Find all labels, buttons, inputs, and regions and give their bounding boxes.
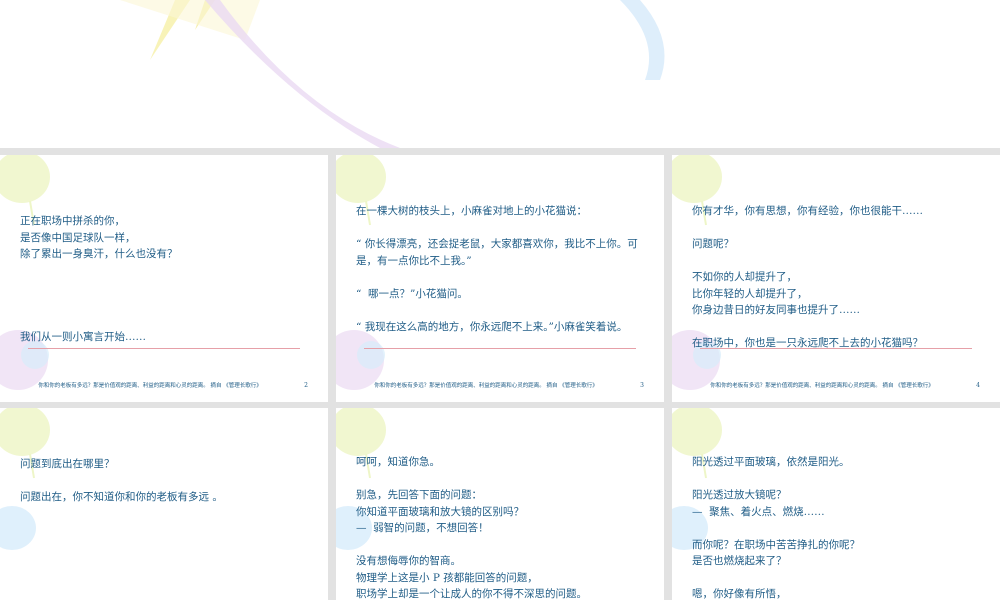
slide-3-body: 在一棵大树的枝头上，小麻雀对地上的小花猫说： “ 你长得漂亮，还会捉老鼠，大家都… bbox=[356, 205, 638, 333]
slide-5-body: 问题到底出在哪里？ 问题出在，你不知道你和你的老板有多远 。 bbox=[20, 458, 223, 503]
slide-2-footer: 你和你的老板有多远？那是价值观的距离、利益的距离和心灵的距离。 摘自 《管理长歌… bbox=[38, 383, 262, 389]
slide-3-footer: 你和你的老板有多远？那是价值观的距离、利益的距离和心灵的距离。 摘自 《管理长歌… bbox=[374, 383, 598, 389]
slide-3: 在一棵大树的枝头上，小麻雀对地上的小花猫说： “ 你长得漂亮，还会捉老鼠，大家都… bbox=[336, 155, 664, 402]
slide-2: 正在职场中拼杀的你， 是否像中国足球队一样， 除了累出一身臭汗，什么也没有？ 我… bbox=[0, 155, 328, 402]
footer-divider bbox=[364, 348, 636, 349]
slide-2-body: 正在职场中拼杀的你， 是否像中国足球队一样， 除了累出一身臭汗，什么也没有？ 我… bbox=[20, 215, 178, 343]
slide-2-page-number: 2 bbox=[304, 382, 308, 389]
balloon-decoration-icon bbox=[120, 0, 665, 148]
slide-5: 问题到底出在哪里？ 问题出在，你不知道你和你的老板有多远 。 bbox=[0, 408, 328, 600]
slide-4-body: 你有才华，你有思想，你有经验，你也很能干…… 问题呢？ 不如你的人却提升了， 比… bbox=[692, 205, 923, 349]
slide-4-footer: 你和你的老板有多远？那是价值观的距离、利益的距离和心灵的距离。 摘自 《管理长歌… bbox=[710, 383, 934, 389]
slide-4-page-number: 4 bbox=[976, 382, 980, 389]
slide-7: 阳光透过平面玻璃，依然是阳光。 阳光透过放大镜呢？ — 聚焦、着火点、燃烧…… … bbox=[672, 408, 1000, 600]
slide-6-body: 呵呵，知道你急。 别急，先回答下面的问题： 你知道平面玻璃和放大镜的区别吗？ —… bbox=[356, 456, 587, 600]
slide-4: 你有才华，你有思想，你有经验，你也很能干…… 问题呢？ 不如你的人却提升了， 比… bbox=[672, 155, 1000, 402]
footer-divider bbox=[28, 348, 300, 349]
slide-7-body: 阳光透过平面玻璃，依然是阳光。 阳光透过放大镜呢？ — 聚焦、着火点、燃烧…… … bbox=[692, 456, 860, 600]
slide-3-page-number: 3 bbox=[640, 382, 644, 389]
slide-6: 呵呵，知道你急。 别急，先回答下面的问题： 你知道平面玻璃和放大镜的区别吗？ —… bbox=[336, 408, 664, 600]
footer-divider bbox=[700, 348, 972, 349]
top-slide-partial bbox=[0, 0, 1000, 148]
